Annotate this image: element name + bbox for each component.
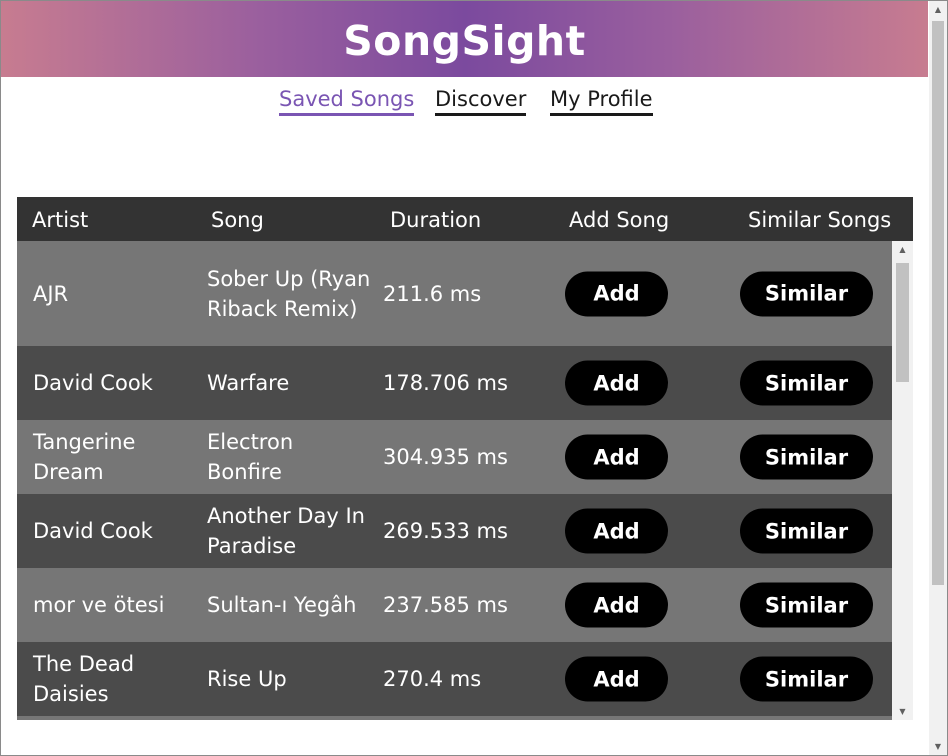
artist-cell: David Cook xyxy=(33,371,153,395)
header-song: Song xyxy=(211,208,264,232)
similar-songs-button[interactable]: Similar xyxy=(740,508,873,554)
page-scroll-up-arrow-icon[interactable]: ▲ xyxy=(929,1,947,18)
table-row: AJR Sober Up (Ryan Riback Remix) 211.6 m… xyxy=(17,241,892,346)
song-cell: Sober Up (Ryan Riback Remix) xyxy=(207,266,371,321)
duration-cell: 269.533 ms xyxy=(383,519,508,543)
table-row: The Dead Daisies Rise Up 270.4 ms Add Si… xyxy=(17,642,892,716)
table-row: Tangerine Dream Electron Bonfire 304.935… xyxy=(17,420,892,494)
song-cell: Sultan-ı Yegâh xyxy=(207,593,357,617)
add-song-button[interactable]: Add xyxy=(565,271,668,316)
header-duration: Duration xyxy=(390,208,482,232)
artist-cell: mor ve ötesi xyxy=(33,593,165,617)
main-nav: Saved Songs Discover My Profile xyxy=(1,77,928,127)
duration-cell: 178.706 ms xyxy=(383,371,508,395)
table-body[interactable]: AJR Sober Up (Ryan Riback Remix) 211.6 m… xyxy=(17,241,892,720)
artist-cell: The Dead Daisies xyxy=(33,652,135,706)
scroll-down-arrow-icon[interactable]: ▼ xyxy=(892,703,913,720)
page-scroll-down-arrow-icon[interactable]: ▼ xyxy=(929,738,947,755)
artist-cell: AJR xyxy=(33,281,69,306)
table-row-partial xyxy=(17,716,892,720)
duration-cell: 270.4 ms xyxy=(383,667,482,691)
table-row: mor ve ötesi Sultan-ı Yegâh 237.585 ms A… xyxy=(17,568,892,642)
table-header: Artist Song Duration Add Song Similar So… xyxy=(17,197,913,241)
browser-viewport: SongSight Saved Songs Discover My Profil… xyxy=(0,0,948,756)
app-header: SongSight xyxy=(1,1,928,77)
duration-cell: 237.585 ms xyxy=(383,593,508,617)
nav-discover[interactable]: Discover xyxy=(435,85,527,116)
artist-cell: David Cook xyxy=(33,519,153,543)
app-title: SongSight xyxy=(343,17,586,65)
header-similar-songs: Similar Songs xyxy=(748,208,892,232)
table-row: David Cook Another Day In Paradise 269.5… xyxy=(17,494,892,568)
similar-songs-button[interactable]: Similar xyxy=(740,434,873,480)
add-song-button[interactable]: Add xyxy=(565,360,668,406)
song-cell: Another Day In Paradise xyxy=(207,504,365,558)
similar-songs-button[interactable]: Similar xyxy=(740,656,873,702)
saved-songs-table: Artist Song Duration Add Song Similar So… xyxy=(17,197,913,720)
page-scrollbar[interactable]: ▲ ▼ xyxy=(929,1,947,755)
add-song-button[interactable]: Add xyxy=(565,582,668,628)
add-song-button[interactable]: Add xyxy=(565,656,668,702)
table-scroll-thumb[interactable] xyxy=(896,263,909,382)
header-artist: Artist xyxy=(32,208,89,232)
add-song-button[interactable]: Add xyxy=(565,508,668,554)
song-cell: Rise Up xyxy=(207,667,287,691)
artist-cell: Tangerine Dream xyxy=(33,430,136,484)
duration-cell: 211.6 ms xyxy=(383,281,482,306)
similar-songs-button[interactable]: Similar xyxy=(740,360,873,406)
nav-saved-songs[interactable]: Saved Songs xyxy=(279,85,415,116)
duration-cell: 304.935 ms xyxy=(383,445,508,469)
scroll-up-arrow-icon[interactable]: ▲ xyxy=(892,241,913,258)
page-scroll-thumb[interactable] xyxy=(932,21,944,585)
similar-songs-button[interactable]: Similar xyxy=(740,271,873,316)
header-add-song: Add Song xyxy=(569,208,670,232)
table-scrollbar[interactable]: ▲ ▼ xyxy=(892,241,913,720)
add-song-button[interactable]: Add xyxy=(565,434,668,480)
song-cell: Electron Bonfire xyxy=(207,430,294,484)
similar-songs-button[interactable]: Similar xyxy=(740,582,873,628)
song-cell: Warfare xyxy=(207,371,290,395)
nav-my-profile[interactable]: My Profile xyxy=(550,85,653,116)
table-row: David Cook Warfare 178.706 ms Add Simila… xyxy=(17,346,892,420)
